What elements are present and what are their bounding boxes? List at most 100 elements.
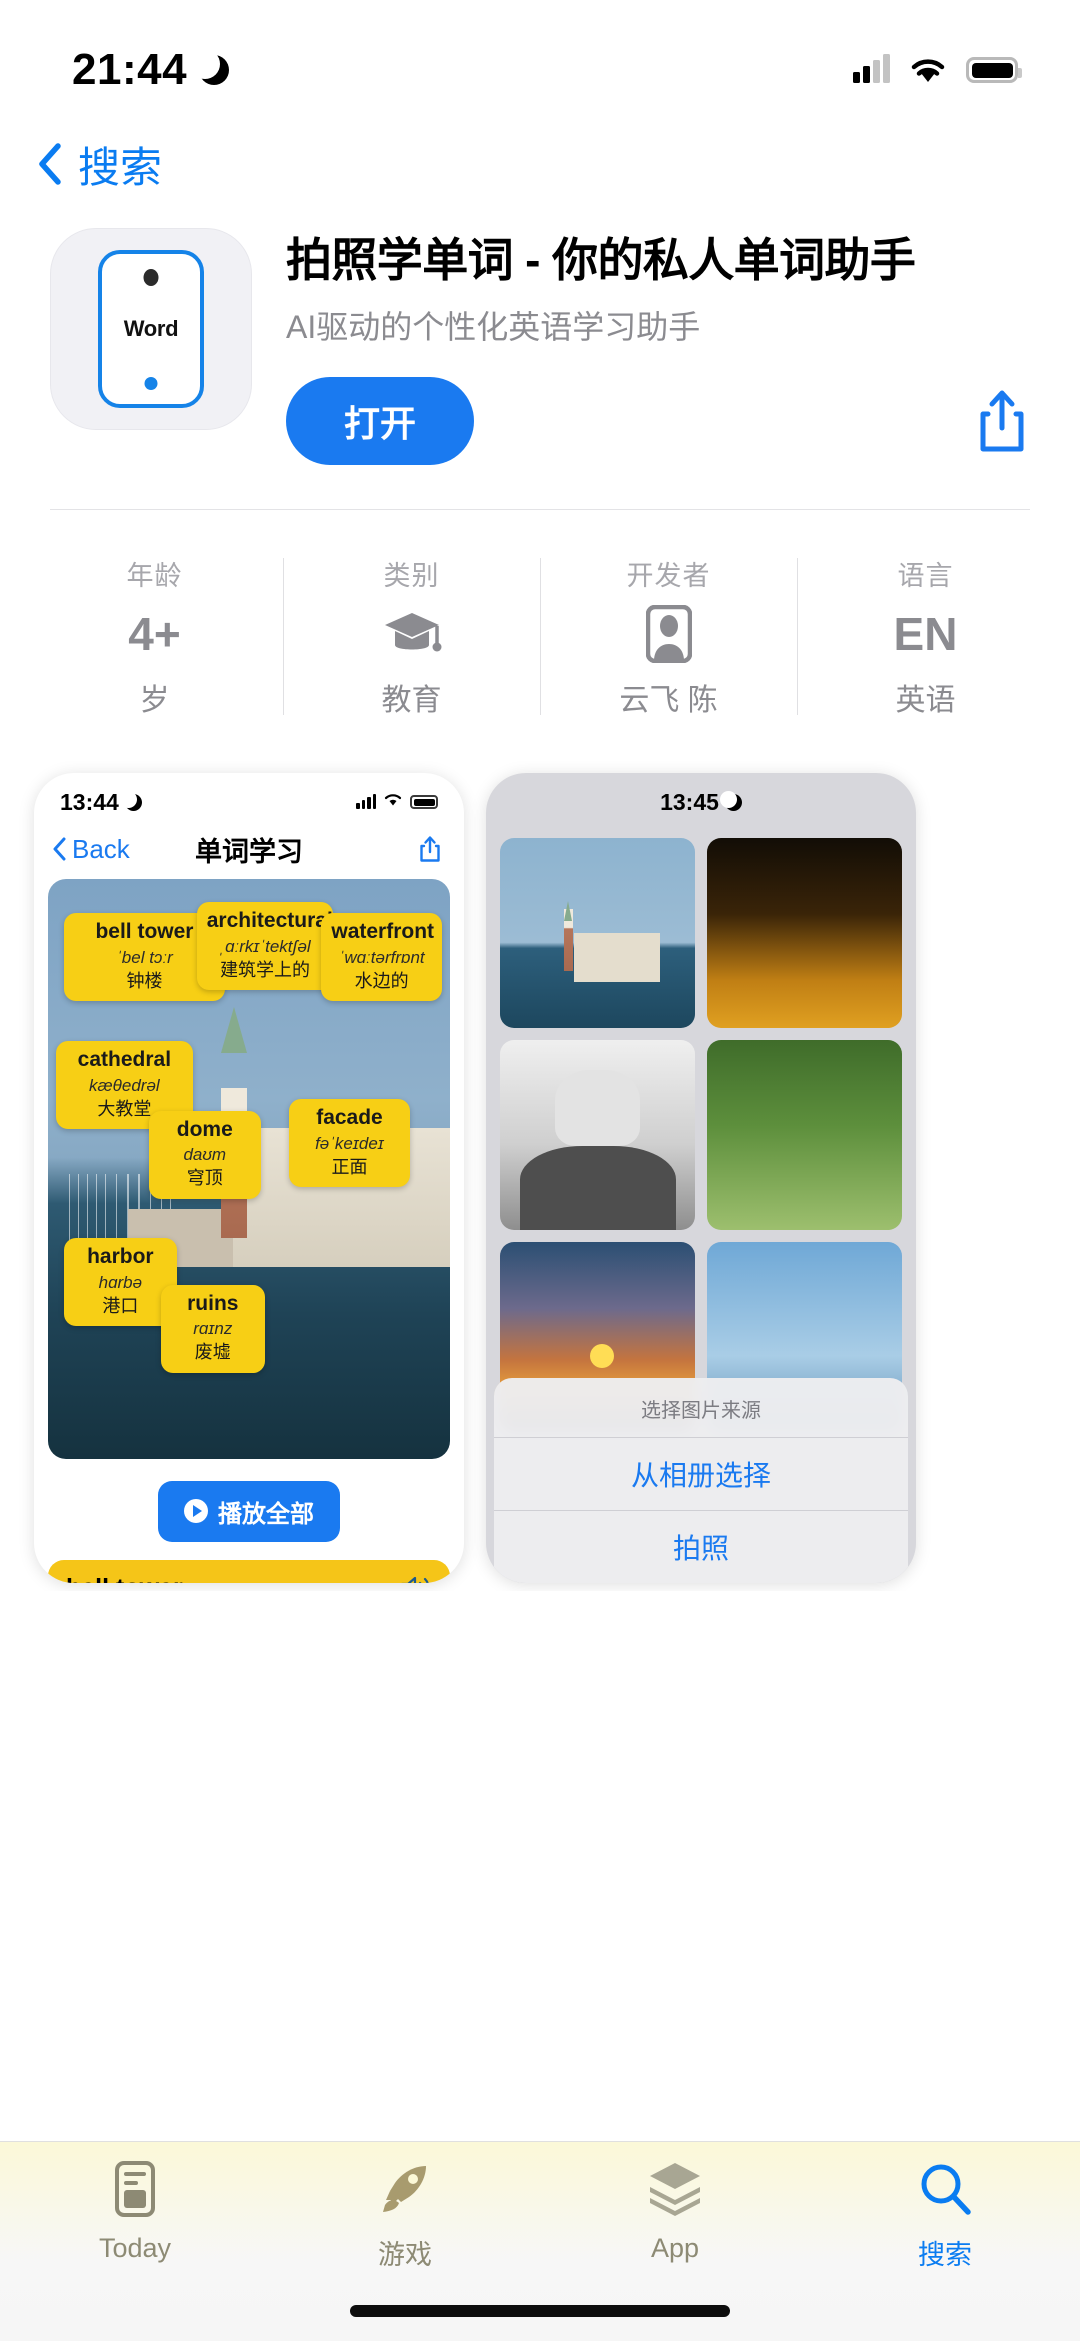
tab-today[interactable]: Today xyxy=(0,2160,270,2264)
shot1-status-bar: 13:44 xyxy=(34,773,464,822)
app-icon-word-label: Word xyxy=(123,316,179,341)
status-bar-left: 21:44 xyxy=(72,45,230,95)
shot2-status-bar: 13:45 xyxy=(486,773,916,822)
screenshot-preview-2[interactable]: 13:45 选择图片来源 从相册选择 拍照 xyxy=(486,772,916,1583)
word-card-word: ruins xyxy=(187,1291,239,1315)
speaker-icon[interactable] xyxy=(398,1574,432,1583)
word-card[interactable]: ruins rɑɪnz 废墟 xyxy=(160,1284,266,1373)
word-list-item-text: bell tower ˈbel tɔːr xyxy=(66,1574,183,1583)
tab-app-label: App xyxy=(650,2233,700,2263)
search-icon xyxy=(916,2160,974,2223)
stack-layers-icon xyxy=(644,2160,706,2223)
shot1-nav-bar: Back 单词学习 xyxy=(34,822,464,879)
thumb-hand xyxy=(554,1070,641,1147)
word-card-phonetic: hɑrbə xyxy=(98,1272,143,1292)
word-card-word: cathedral xyxy=(77,1048,172,1072)
app-header: Word 拍照学单词 - 你的私人单词助手 AI驱动的个性化英语学习助手 打开 xyxy=(0,202,1080,465)
shot1-time: 13:44 xyxy=(60,789,142,816)
word-list-item[interactable]: bell tower ˈbel tɔːr xyxy=(48,1559,450,1583)
cellular-signal-icon xyxy=(356,794,376,810)
word-card-phonetic: daʊm xyxy=(183,1145,227,1165)
cellular-signal-icon xyxy=(853,54,890,83)
tab-bar: Today 游戏 App 搜索 xyxy=(0,2141,1080,2341)
word-card-word: facade xyxy=(316,1106,383,1130)
shot1-back-label: Back xyxy=(72,833,130,864)
photo-gallery-grid[interactable] xyxy=(486,822,916,1432)
share-icon[interactable] xyxy=(974,388,1030,454)
gallery-photo-thumbnail[interactable] xyxy=(707,837,902,1028)
gallery-photo-thumbnail[interactable] xyxy=(500,1039,695,1230)
app-subtitle: AI驱动的个性化英语学习助手 xyxy=(286,309,701,346)
tab-search-label: 搜索 xyxy=(918,2240,972,2270)
word-card-translation: 港口 xyxy=(102,1296,139,1317)
info-cell-developer: 开发者 云飞 陈 xyxy=(540,550,797,723)
word-card-translation: 废墟 xyxy=(194,1342,231,1363)
shot1-photo-canvas: bell tower ˈbel tɔːr 钟楼 architectural ˌɑ… xyxy=(48,878,450,1459)
gallery-photo-thumbnail[interactable] xyxy=(500,837,695,1028)
tab-app[interactable]: App xyxy=(540,2160,810,2264)
action-sheet-title: 选择图片来源 xyxy=(641,1399,761,1422)
word-card-word: waterfront xyxy=(331,920,435,944)
status-bar-time: 21:44 xyxy=(72,45,188,94)
home-indicator xyxy=(350,2305,730,2317)
page-title: 拍照学单词 - 你的私人单词助手 xyxy=(286,234,916,286)
thumb-church xyxy=(574,932,660,983)
venice-spire xyxy=(220,1006,247,1053)
shot1-title: 单词学习 xyxy=(195,836,303,867)
info-caption: 教育 xyxy=(381,683,442,717)
word-card-word: architectural xyxy=(206,908,333,932)
gallery-photo-thumbnail[interactable] xyxy=(707,1039,902,1230)
info-caption: 云飞 陈 xyxy=(619,683,718,717)
info-key: 语言 xyxy=(897,560,954,591)
word-card-phonetic: ˈbel tɔːr xyxy=(116,948,173,968)
phone-outline-icon: Word xyxy=(98,250,204,408)
action-sheet-item-camera[interactable]: 拍照 xyxy=(494,1509,908,1583)
word-card-phonetic: fəˈkeɪdeɪ xyxy=(315,1133,384,1153)
app-meta: 拍照学单词 - 你的私人单词助手 AI驱动的个性化英语学习助手 打开 xyxy=(286,228,1036,465)
info-key: 类别 xyxy=(383,560,440,591)
back-button[interactable]: 搜索 xyxy=(0,112,1080,202)
moon-icon xyxy=(719,790,742,811)
word-card[interactable]: waterfront ˈwɑːtərfrɒnt 水边的 xyxy=(321,913,442,1002)
app-icon[interactable]: Word xyxy=(50,228,252,430)
app-info-row: 年龄 4+ 岁 类别 教育 开发者 云飞 陈 语言 EN 英语 xyxy=(0,510,1080,757)
word-card[interactable]: architectural ˌɑːrkɪˈtektʃəl 建筑学上的 xyxy=(196,901,334,990)
tab-games-label: 游戏 xyxy=(378,2240,432,2270)
wifi-icon xyxy=(383,792,403,812)
graduation-cap-icon xyxy=(381,607,443,661)
tab-games[interactable]: 游戏 xyxy=(270,2160,540,2272)
info-value: 4+ xyxy=(128,607,181,660)
thumb-spire xyxy=(564,901,573,922)
open-button[interactable]: 打开 xyxy=(286,376,475,465)
blue-dot-icon xyxy=(144,377,158,390)
word-card-word: harbor xyxy=(87,1245,154,1269)
tab-search[interactable]: 搜索 xyxy=(810,2160,1080,2272)
status-bar-right xyxy=(853,54,1022,85)
info-key: 开发者 xyxy=(626,560,711,591)
app-action-row: 打开 xyxy=(286,376,1036,465)
word-card[interactable]: dome daʊm 穹顶 xyxy=(148,1110,262,1199)
chevron-left-icon xyxy=(36,142,62,186)
shot1-back-button[interactable]: Back xyxy=(52,834,130,865)
word-list-item-word: bell tower xyxy=(66,1574,183,1583)
word-card-phonetic: kæθedrəl xyxy=(89,1075,160,1095)
info-value: EN xyxy=(893,607,958,660)
battery-icon xyxy=(410,795,438,810)
screenshot-gallery[interactable]: 13:44 Back 单词学习 bell tower ˈbel tɔːr 钟楼 … xyxy=(0,761,1080,1591)
word-card-translation: 正面 xyxy=(331,1156,368,1177)
word-card[interactable]: facade fəˈkeɪdeɪ 正面 xyxy=(289,1099,410,1188)
play-all-label: 播放全部 xyxy=(218,1500,314,1528)
action-sheet-item-album[interactable]: 从相册选择 xyxy=(494,1436,908,1510)
info-cell-age: 年龄 4+ 岁 xyxy=(26,550,283,723)
screenshot-preview-1[interactable]: 13:44 Back 单词学习 bell tower ˈbel tɔːr 钟楼 … xyxy=(34,772,464,1583)
word-card-phonetic: rɑɪnz xyxy=(193,1319,233,1339)
play-all-button[interactable]: 播放全部 xyxy=(158,1480,340,1542)
word-card[interactable]: harbor hɑrbə 港口 xyxy=(64,1238,177,1327)
word-card-translation: 水边的 xyxy=(354,971,409,992)
thumb-sun xyxy=(589,1344,614,1369)
share-icon[interactable] xyxy=(418,835,442,863)
word-card-translation: 钟楼 xyxy=(126,971,163,992)
play-circle-icon xyxy=(184,1499,208,1524)
tab-today-label: Today xyxy=(98,2233,172,2263)
info-cell-language: 语言 EN 英语 xyxy=(797,550,1054,723)
